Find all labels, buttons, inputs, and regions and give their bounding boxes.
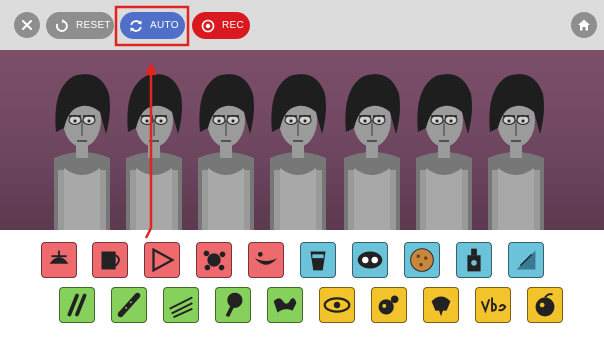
character-3[interactable] [198, 74, 254, 230]
bird-icon [378, 295, 399, 315]
sound-button-gear-splat[interactable] [196, 242, 232, 278]
reset-icon [55, 18, 69, 33]
graffiti-icon [273, 298, 297, 313]
scribble-lines-icon [169, 296, 193, 319]
flag-icon [516, 250, 536, 270]
sound-button-bird[interactable] [371, 287, 407, 323]
reset-label: RESET [76, 20, 111, 31]
sound-button-vbe-lettering[interactable] [475, 287, 511, 323]
sound-button-cup[interactable] [300, 242, 336, 278]
auto-label: AUTO [150, 20, 179, 31]
bottle-icon [467, 248, 481, 272]
sound-button-bell[interactable] [423, 287, 459, 323]
sound-palette [0, 230, 604, 339]
sound-button-cookie[interactable] [404, 242, 440, 278]
character-6[interactable] [416, 74, 472, 230]
flute-icon [117, 292, 141, 318]
characters-layer [54, 74, 544, 230]
eye-icon [323, 297, 351, 313]
bell-icon [431, 296, 451, 317]
record-icon [201, 19, 215, 33]
sound-button-scribble-lines[interactable] [163, 287, 199, 323]
eyes-mask-icon [357, 251, 383, 269]
character-4[interactable] [270, 74, 326, 230]
sound-button-two-sticks[interactable] [59, 287, 95, 323]
refresh-icon [129, 19, 143, 33]
sound-button-mouth[interactable] [248, 242, 284, 278]
vbe-lettering-icon [480, 297, 507, 314]
mug-icon [101, 251, 120, 270]
sound-button-fruit[interactable] [527, 287, 563, 323]
character-stage [0, 50, 604, 230]
auto-button[interactable]: AUTO [120, 12, 185, 39]
rec-label: REC [222, 20, 245, 31]
character-2[interactable] [126, 74, 182, 230]
character-7[interactable] [488, 74, 544, 230]
mouth-icon [254, 251, 278, 265]
gear-splat-icon [203, 250, 226, 271]
propeller-cap-icon [49, 250, 69, 264]
top-toolbar: RESET AUTO REC [0, 0, 604, 50]
two-sticks-icon [67, 293, 87, 317]
sound-button-bottle[interactable] [456, 242, 492, 278]
sound-button-eye[interactable] [319, 287, 355, 323]
sound-button-flute[interactable] [111, 287, 147, 323]
cookie-icon [410, 248, 434, 272]
close-button[interactable] [14, 12, 40, 38]
character-1[interactable] [54, 74, 110, 230]
sound-button-tree[interactable] [215, 287, 251, 323]
fruit-icon [535, 293, 555, 317]
reset-button[interactable]: RESET [46, 12, 114, 39]
rec-button[interactable]: REC [192, 12, 250, 39]
sound-button-eyes-mask[interactable] [352, 242, 388, 278]
close-icon [22, 20, 32, 30]
play-triangle-icon [152, 247, 175, 273]
sound-button-flag[interactable] [508, 242, 544, 278]
sound-button-propeller-cap[interactable] [41, 242, 77, 278]
tree-icon [225, 292, 243, 318]
home-button[interactable] [571, 12, 597, 38]
app-root: RESET AUTO REC [0, 0, 604, 339]
sound-button-graffiti[interactable] [267, 287, 303, 323]
sound-button-mug[interactable] [92, 242, 128, 278]
sound-button-play-triangle[interactable] [144, 242, 180, 278]
home-icon [578, 19, 590, 31]
character-5[interactable] [344, 74, 400, 230]
cup-icon [310, 251, 326, 271]
